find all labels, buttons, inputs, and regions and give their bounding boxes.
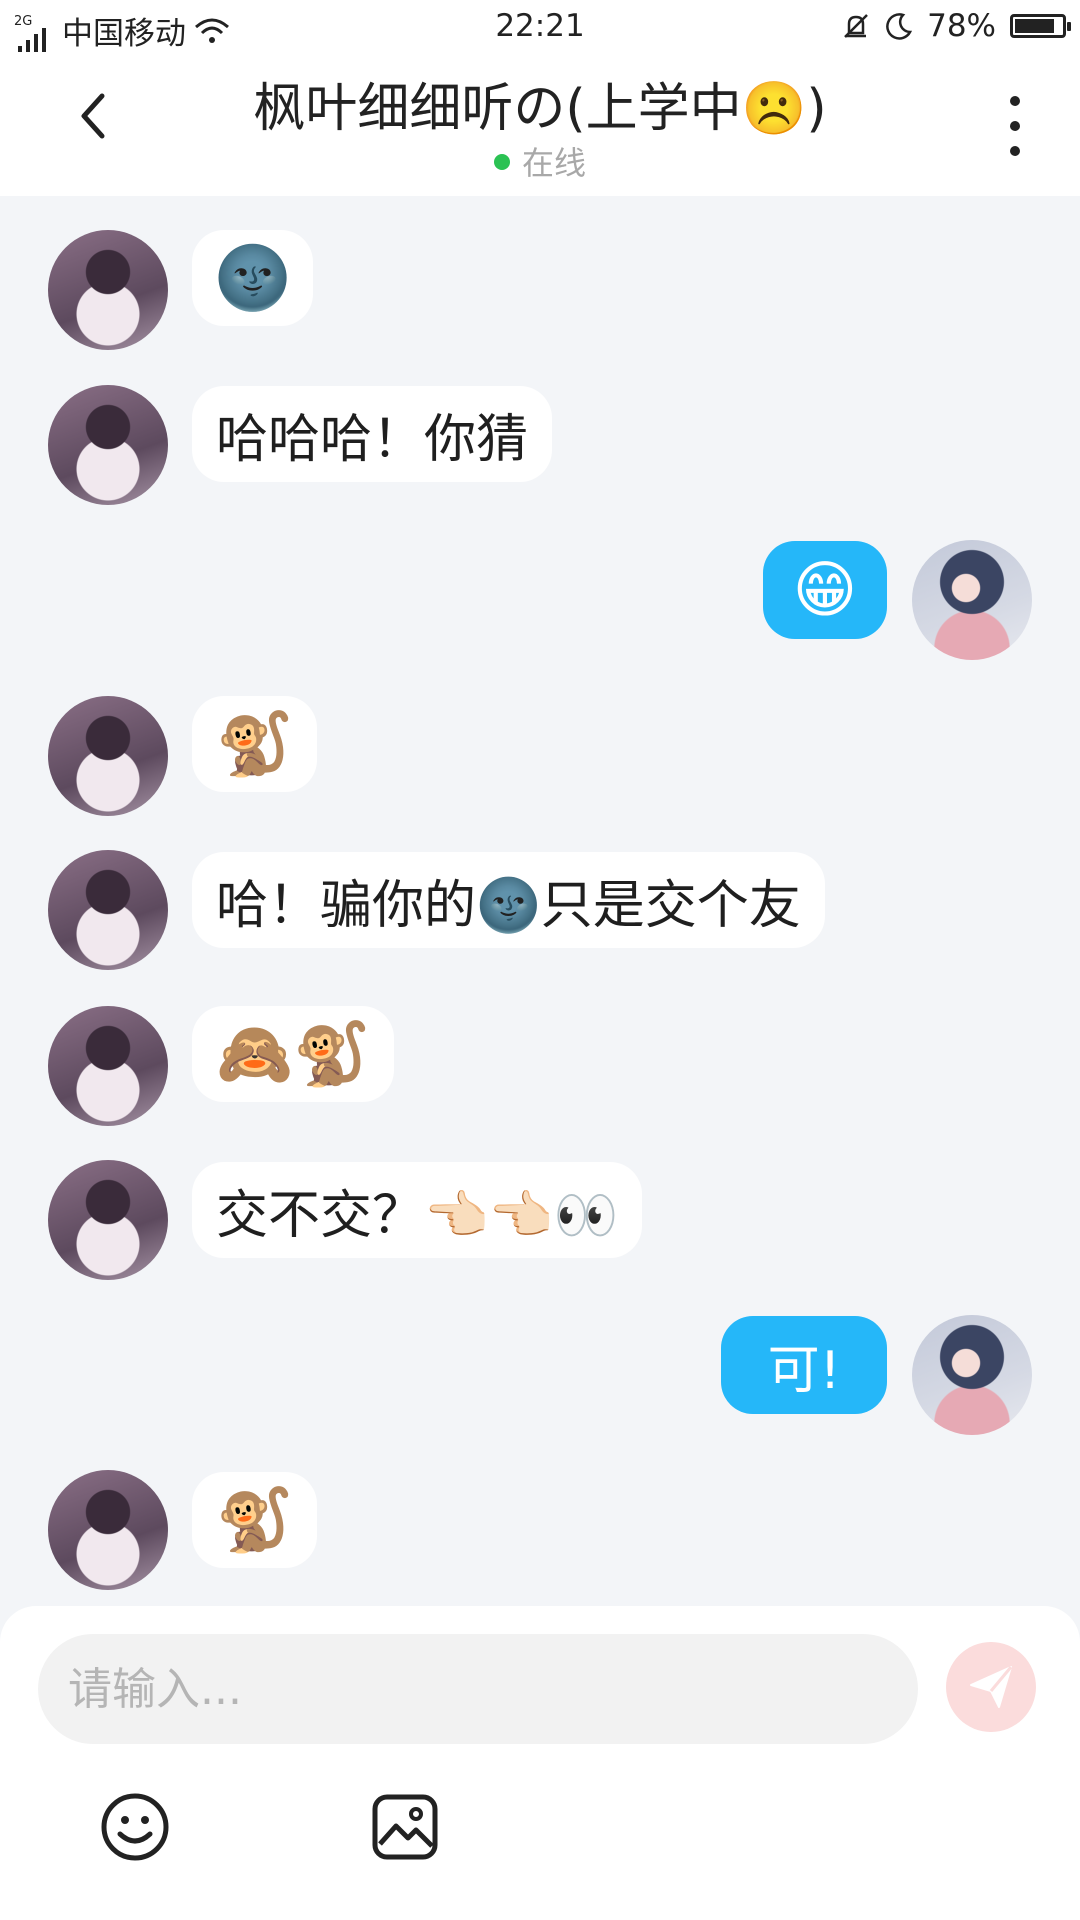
message-bubble[interactable]: 🐒	[192, 696, 318, 792]
send-button[interactable]	[946, 1642, 1036, 1732]
message-bubble[interactable]: 🐒	[192, 1472, 318, 1568]
contact-avatar[interactable]	[48, 230, 168, 350]
contact-avatar[interactable]	[48, 1470, 168, 1590]
online-status: 在线	[0, 138, 1080, 184]
image-icon	[372, 1794, 438, 1860]
emoji-icon	[101, 1793, 169, 1861]
message-bubble[interactable]: 😁	[763, 541, 887, 639]
moon-icon	[886, 13, 913, 40]
contact-avatar[interactable]	[48, 385, 168, 505]
mute-bell-icon	[844, 14, 868, 38]
message-bubble[interactable]: 哈哈哈！你猜	[192, 386, 553, 482]
message-text: 哈！骗你的🌚只是交个友	[216, 875, 801, 936]
message-bubble[interactable]: 🙈🐒	[192, 1006, 395, 1102]
message-bubble[interactable]: 哈！骗你的🌚只是交个友	[192, 852, 825, 948]
send-icon	[970, 1666, 1013, 1708]
message-text: 😁	[792, 553, 858, 626]
contact-avatar[interactable]	[48, 1160, 168, 1280]
status-bar: 2G 中国移动 22:21 78%	[0, 0, 1080, 56]
online-dot	[493, 154, 510, 170]
my-avatar[interactable]	[912, 1315, 1032, 1435]
more-button[interactable]	[1000, 96, 1030, 156]
message-text: 哈哈哈！你猜	[216, 409, 529, 470]
message-text: 可!	[767, 1340, 841, 1401]
message-text: 交不交？👈🏻👈🏻👀	[216, 1185, 619, 1246]
more-icon	[1010, 96, 1020, 106]
message-bubble[interactable]: 交不交？👈🏻👈🏻👀	[192, 1162, 643, 1258]
emoji-button[interactable]	[100, 1792, 170, 1862]
message-text: 🐒	[216, 707, 294, 780]
message-bubble[interactable]: 可!	[721, 1316, 887, 1414]
message-text: 🌚	[214, 241, 292, 314]
message-composer	[0, 1606, 1080, 1920]
message-bubble[interactable]: 🌚	[192, 230, 314, 326]
image-button[interactable]	[370, 1792, 440, 1862]
message-text: 🐒	[216, 1483, 294, 1556]
message-text: 🙈🐒	[216, 1017, 371, 1090]
chat-header: 枫叶细细听の(上学中☹️) 在线	[0, 56, 1080, 196]
message-input[interactable]	[38, 1634, 918, 1744]
battery-icon	[1010, 14, 1071, 38]
status-right: 78%	[841, 8, 1071, 44]
battery-percent: 78%	[927, 8, 996, 44]
contact-avatar[interactable]	[48, 850, 168, 970]
my-avatar[interactable]	[912, 540, 1032, 660]
chat-title: 枫叶细细听の(上学中☹️)	[253, 79, 827, 139]
contact-avatar[interactable]	[48, 1006, 168, 1126]
contact-avatar[interactable]	[48, 696, 168, 816]
online-status-label: 在线	[521, 144, 586, 182]
